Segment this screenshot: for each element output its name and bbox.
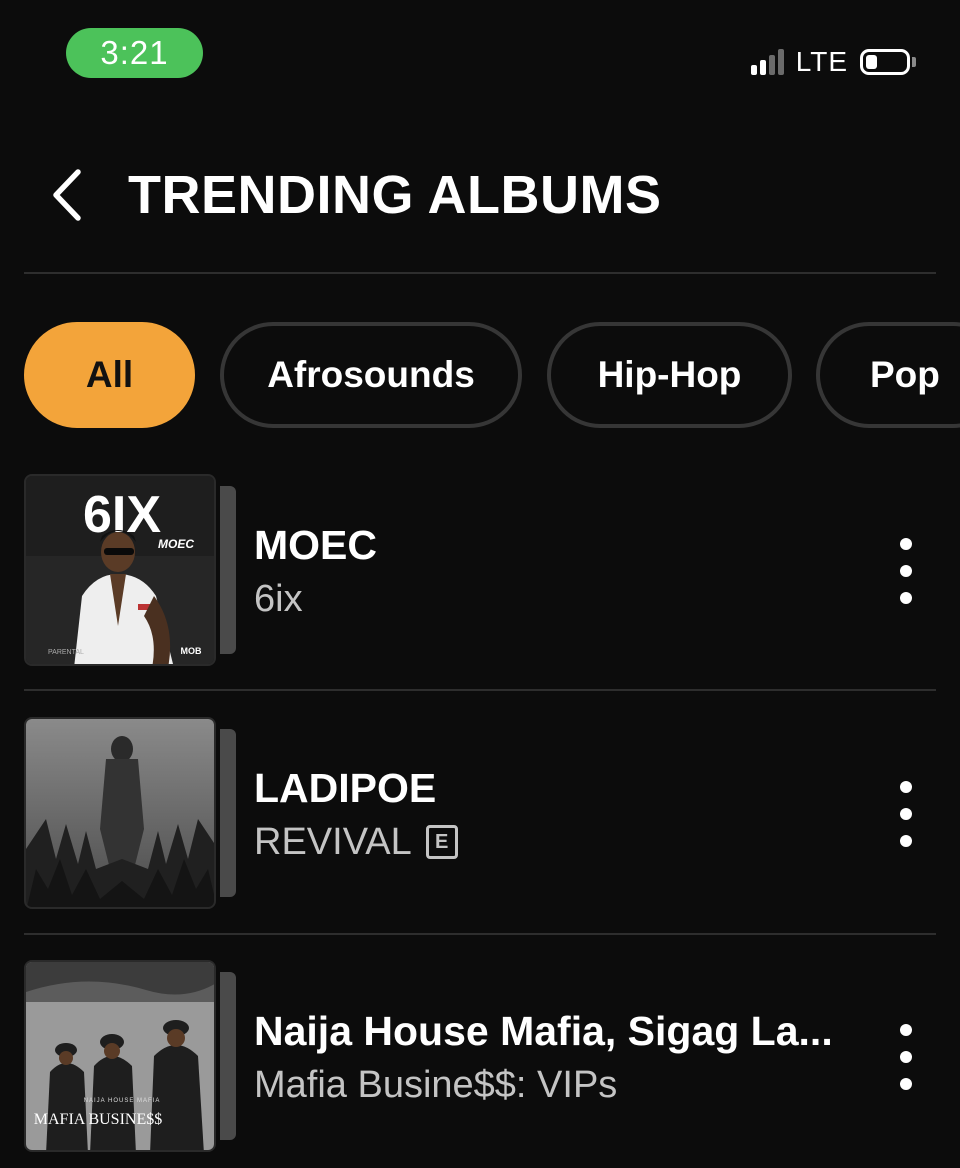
album-cover-moec: 6IX MOEC PARENTAL MOB <box>26 476 214 664</box>
album-artist: Naija House Mafia, Sigag La... <box>254 1008 833 1054</box>
album-row[interactable]: LADIPOE REVIVAL E <box>0 717 960 917</box>
battery-icon <box>860 49 916 75</box>
more-vertical-icon <box>900 781 912 793</box>
album-art: NAIJA HOUSE MAFIA MAFIA BUSINE$$ <box>24 960 236 1152</box>
row-divider <box>24 933 936 935</box>
cover-title: MAFIA BUSINE$$ <box>34 1111 162 1128</box>
album-cover-revival <box>26 719 214 907</box>
more-vertical-icon <box>900 1024 912 1036</box>
chevron-left-icon <box>53 169 81 221</box>
album-row[interactable]: 6IX MOEC PARENTAL MOB MOEC 6ix <box>0 474 960 674</box>
album-art <box>24 717 236 909</box>
album-artist: LADIPOE <box>254 765 437 811</box>
album-title: Mafia Busine$$: VIPs <box>254 1064 618 1106</box>
filter-chip-pop[interactable]: Pop <box>816 322 960 428</box>
battery-level <box>866 55 877 69</box>
explicit-badge-icon: E <box>425 825 458 859</box>
cover-subtitle: NAIJA HOUSE MAFIA <box>84 1098 161 1104</box>
screen: 3:21 LTE TRENDING ALBUMS All Afrosounds … <box>0 0 960 1168</box>
back-button[interactable] <box>36 160 96 230</box>
filter-chip-hip-hop[interactable]: Hip-Hop <box>547 322 792 428</box>
signal-icon <box>750 49 784 75</box>
filter-chip-label: Afrosounds <box>267 354 475 395</box>
more-options-button[interactable] <box>884 1024 928 1090</box>
cover-label: MOB <box>181 646 202 656</box>
more-vertical-icon <box>900 538 912 550</box>
filter-chip-label: All <box>85 354 134 395</box>
header-divider <box>24 272 936 274</box>
album-row[interactable]: NAIJA HOUSE MAFIA MAFIA BUSINE$$ Naija H… <box>0 960 960 1160</box>
page-title: TRENDING ALBUMS <box>128 165 662 225</box>
album-title-row: Mafia Busine$$: VIPs <box>254 1061 617 1109</box>
filter-chip-label: Hip-Hop <box>597 354 742 395</box>
filter-chip-label: Pop <box>870 354 940 395</box>
album-title-row: REVIVAL E <box>254 818 458 866</box>
svg-text:PARENTAL: PARENTAL <box>48 649 84 656</box>
more-options-button[interactable] <box>884 781 928 847</box>
cover-subtitle: MOEC <box>158 537 194 551</box>
album-title: REVIVAL <box>254 821 412 863</box>
album-artist: MOEC <box>254 522 377 568</box>
more-options-button[interactable] <box>884 538 928 604</box>
filter-chip-all[interactable]: All <box>24 322 195 428</box>
status-time: 3:21 <box>66 28 203 78</box>
status-indicators: LTE <box>750 44 916 80</box>
album-cover-mafia-business: NAIJA HOUSE MAFIA MAFIA BUSINE$$ <box>26 962 214 1150</box>
row-divider <box>24 689 936 691</box>
album-title-row: 6ix <box>254 575 303 623</box>
album-art: 6IX MOEC PARENTAL MOB <box>24 474 236 666</box>
network-label: LTE <box>795 46 848 77</box>
filter-chip-afrosounds[interactable]: Afrosounds <box>220 322 522 428</box>
album-title: 6ix <box>254 578 303 620</box>
